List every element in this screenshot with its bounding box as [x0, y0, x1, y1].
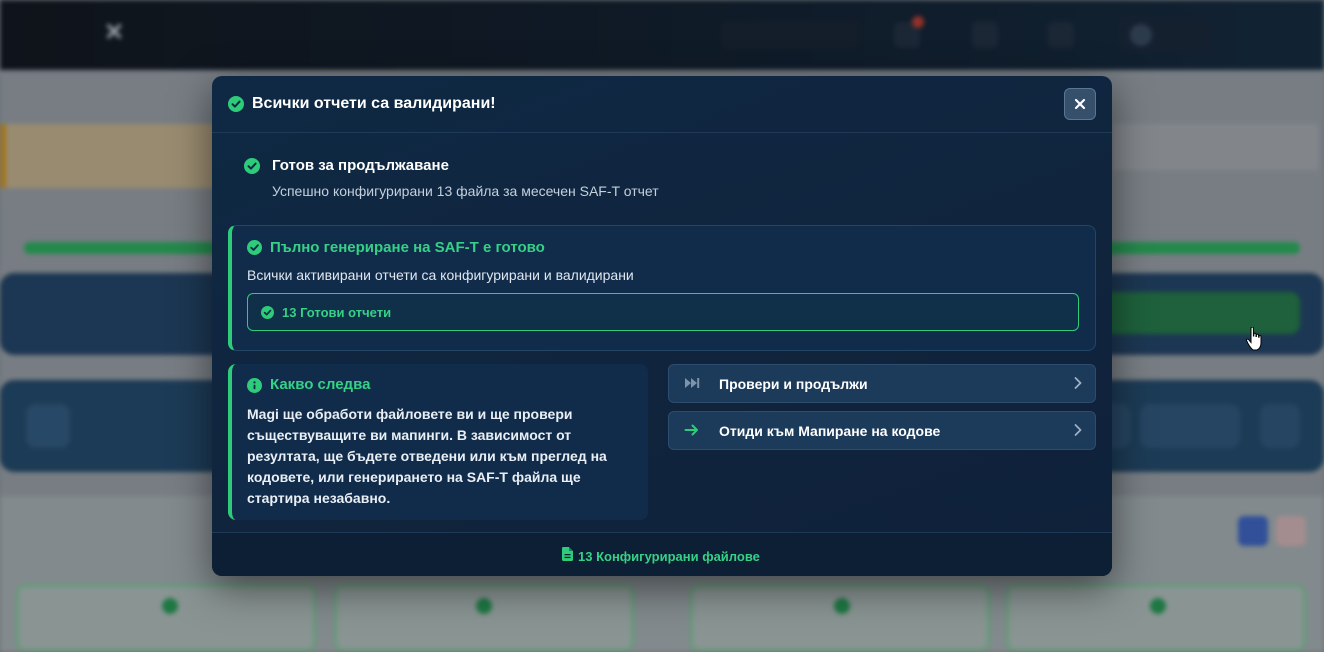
- skip-forward-icon: [684, 376, 700, 395]
- modal-footer: 13 Конфигурирани файлове: [212, 532, 1112, 576]
- ready-reports-label: 13 Готови отчети: [282, 305, 392, 320]
- configured-files-label: 13 Конфигурирани файлове: [578, 549, 760, 564]
- hand-cursor-icon: [1245, 326, 1262, 356]
- chevron-right-icon: [1073, 376, 1083, 395]
- check-circle-icon: [228, 96, 244, 112]
- check-circle-icon: [261, 306, 274, 319]
- next-steps-card: Какво следва Magi ще обработи файловете …: [228, 364, 648, 520]
- check-circle-icon: [244, 158, 260, 174]
- check-circle-icon: [247, 240, 262, 255]
- action-label: Отиди към Мапиране на кодове: [719, 423, 941, 439]
- configured-files-link[interactable]: 13 Конфигурирани файлове: [562, 547, 760, 566]
- close-button[interactable]: [1064, 88, 1096, 120]
- next-steps-title: Какво следва: [270, 376, 371, 393]
- action-label: Провери и продължи: [719, 376, 868, 392]
- chevron-right-icon: [1073, 423, 1083, 442]
- ready-reports-badge: 13 Готови отчети: [247, 293, 1079, 331]
- generation-title: Пълно генериране на SAF-T е готово: [270, 239, 545, 256]
- info-icon: [247, 378, 262, 398]
- go-to-code-mapping-button[interactable]: Отиди към Мапиране на кодове: [668, 411, 1096, 450]
- modal-title: Всички отчети са валидирани!: [252, 95, 496, 112]
- next-steps-body: Magi ще обработи файловете ви и ще прове…: [247, 406, 607, 506]
- generation-description: Всички активирани отчети са конфигуриран…: [247, 267, 634, 283]
- arrow-right-icon: [684, 423, 700, 442]
- ready-subtitle: Успешно конфигурирани 13 файла за месече…: [272, 183, 659, 199]
- validation-modal: Всички отчети са валидирани! Готов за пр…: [212, 76, 1112, 576]
- generation-ready-card: Пълно генериране на SAF-T е готово Всичк…: [228, 225, 1096, 351]
- modal-header: Всички отчети са валидирани!: [212, 76, 1112, 133]
- file-icon: [562, 547, 573, 566]
- check-and-continue-button[interactable]: Провери и продължи: [668, 364, 1096, 403]
- close-icon: [1074, 98, 1086, 110]
- ready-title: Готов за продължаване: [272, 157, 449, 174]
